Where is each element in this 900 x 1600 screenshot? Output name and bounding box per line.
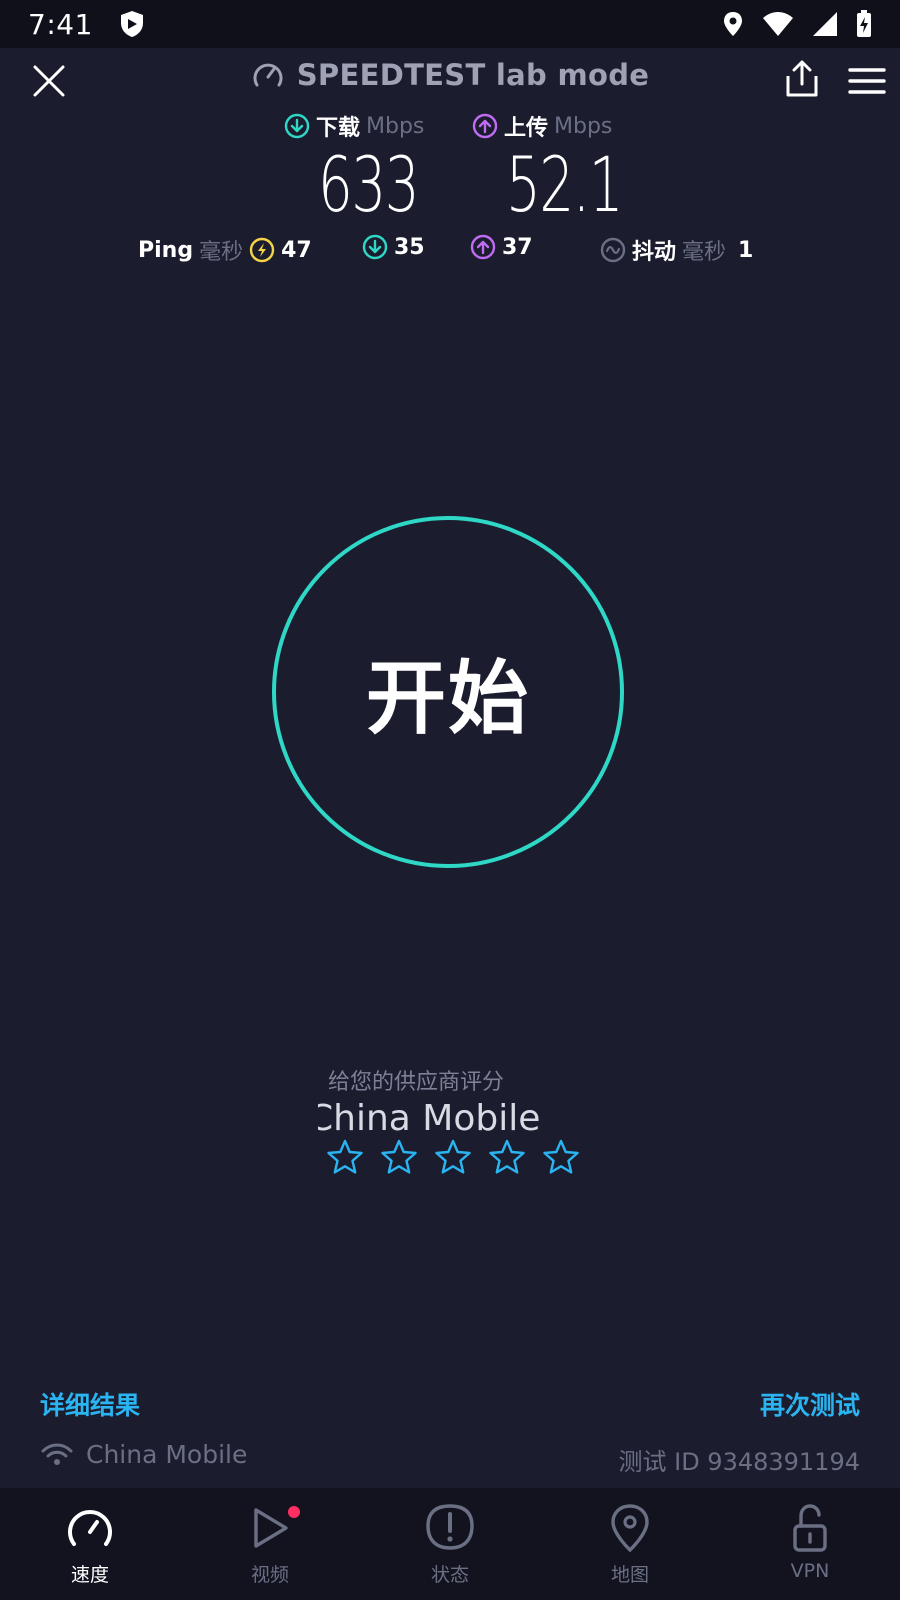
jitter-wave-icon [600, 237, 626, 263]
location-icon [724, 12, 742, 36]
upload-arrow-icon [472, 113, 498, 139]
star-3-icon[interactable] [434, 1138, 472, 1176]
star-5-icon[interactable] [542, 1138, 580, 1176]
ping-upload-value: 37 [502, 234, 533, 260]
wifi-icon [41, 1443, 73, 1465]
upload-unit: Mbps [554, 113, 613, 139]
status-bar: 7:41 [0, 0, 900, 48]
download-label-row: 下载 Mbps [284, 110, 424, 142]
nav-item-status[interactable]: 状态 [360, 1488, 540, 1600]
nav-item-map[interactable]: 地图 [540, 1488, 720, 1600]
details-link[interactable]: 详细结果 [40, 1386, 140, 1422]
star-4-icon[interactable] [488, 1138, 526, 1176]
download-arrow-icon [284, 113, 310, 139]
retest-link[interactable]: 再次测试 [760, 1386, 860, 1422]
ping-download: 35 [362, 234, 425, 260]
unlock-icon [793, 1504, 827, 1552]
upload-label-row: 上传 Mbps [472, 110, 612, 142]
nav-label-map: 地图 [610, 1564, 649, 1586]
wifi-icon [763, 12, 793, 36]
star-2-icon[interactable] [380, 1138, 418, 1176]
rating-prompt: 给您的供应商评分 [328, 1070, 505, 1095]
download-label: 下载 [316, 116, 361, 141]
nav-label-speed: 速度 [70, 1564, 109, 1586]
status-icons [722, 10, 872, 38]
star-1-icon[interactable] [326, 1138, 364, 1176]
jitter-value: 1 [738, 237, 754, 263]
rating-provider: China Mobile [318, 1098, 550, 1139]
ping-idle: Ping 毫秒 47 [138, 234, 312, 266]
isp-name: China Mobile [86, 1440, 248, 1469]
rating-stars [326, 1138, 580, 1176]
nav-label-video: 视频 [250, 1564, 289, 1586]
ping-upload-icon [470, 234, 496, 260]
menu-icon[interactable] [848, 66, 886, 96]
share-icon[interactable] [784, 60, 820, 98]
ping-bolt-icon [249, 237, 275, 263]
nav-item-video[interactable]: 视频 [180, 1488, 360, 1600]
bottom-nav: 速度 视频 状态 地图 VPN [0, 1488, 900, 1600]
alert-icon [426, 1504, 474, 1550]
speedometer-icon [253, 63, 283, 87]
download-value: 633 [318, 140, 420, 229]
nav-item-vpn[interactable]: VPN [720, 1488, 900, 1600]
nav-label-vpn: VPN [790, 1560, 830, 1582]
download-unit: Mbps [366, 113, 425, 139]
jitter-unit: 毫秒 [682, 240, 727, 265]
page-title: SPEEDTEST lab mode [296, 58, 650, 92]
cell-signal-icon [813, 12, 837, 36]
start-button[interactable]: 开始 [272, 516, 624, 868]
ping-unit: 毫秒 [199, 240, 244, 265]
ping-upload: 37 [470, 234, 533, 260]
rating-provider-text: China Mobile [318, 1098, 541, 1139]
title-wrap: SPEEDTEST lab mode [0, 58, 900, 92]
notification-dot [288, 1506, 300, 1518]
test-id: 测试 ID 9348391194 [618, 1448, 860, 1476]
ping-download-value: 35 [394, 234, 425, 260]
status-time: 7:41 [28, 7, 93, 41]
start-button-label: 开始 [366, 652, 530, 745]
upload-value: 52.1 [506, 140, 624, 229]
ping-label: Ping [138, 237, 194, 263]
ping-download-icon [362, 234, 388, 260]
ping-idle-value: 47 [281, 237, 312, 263]
nav-item-speed[interactable]: 速度 [0, 1488, 180, 1600]
map-pin-icon [611, 1504, 649, 1553]
jitter-label: 抖动 [632, 240, 677, 265]
upload-label: 上传 [504, 116, 549, 141]
isp-row: China Mobile [40, 1440, 247, 1469]
nav-label-status: 状态 [430, 1564, 469, 1586]
jitter: 抖动 毫秒 1 [600, 234, 753, 266]
speedometer-icon [68, 1510, 112, 1546]
app-header: SPEEDTEST lab mode [0, 48, 900, 112]
ping-row: Ping 毫秒 47 35 37 抖动 毫秒 1 [0, 230, 900, 270]
shield-icon [120, 11, 143, 37]
battery-charging-icon [857, 10, 871, 37]
